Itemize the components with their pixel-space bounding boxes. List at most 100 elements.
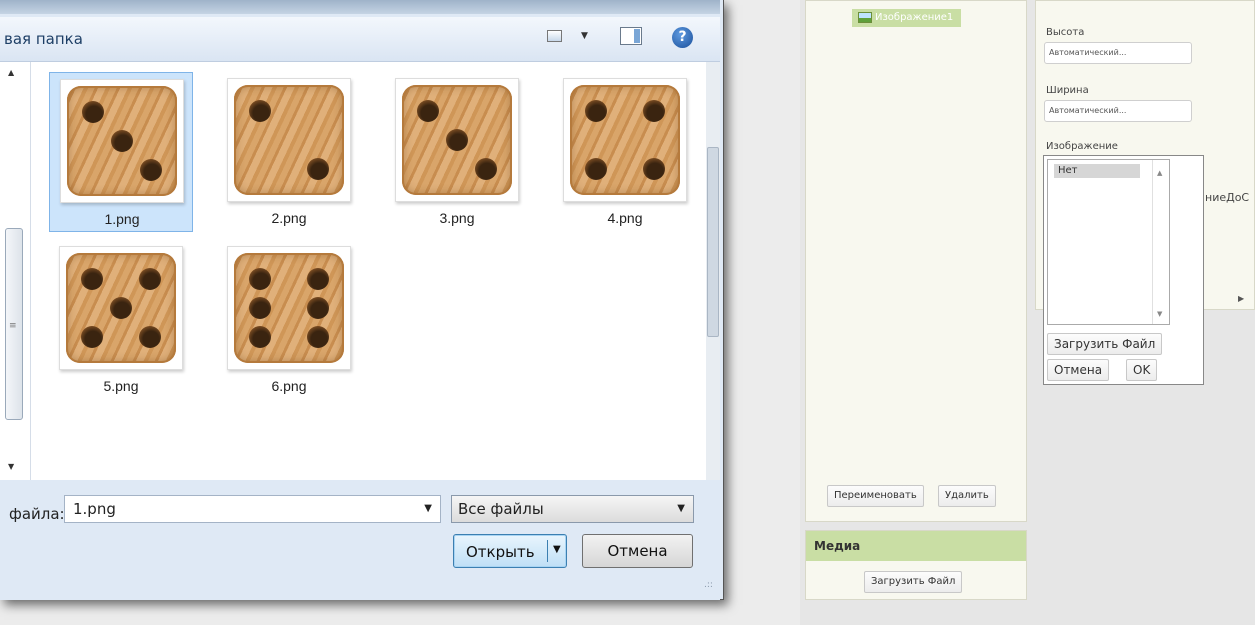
file-thumbnail: [227, 78, 351, 202]
file-list: 1.png 2.png 3.png 4.png 5.png 6.png: [31, 62, 706, 480]
file-thumbnail: [395, 78, 519, 202]
image-icon: [858, 12, 872, 23]
cancel-button[interactable]: Отмена: [582, 534, 693, 568]
dice-pip: [475, 158, 497, 180]
dice-pip: [139, 326, 161, 348]
nav-scroll-up-icon[interactable]: ▲: [8, 68, 14, 77]
file-name-label: 4.png: [607, 210, 643, 226]
width-label: Ширина: [1046, 85, 1089, 96]
asset-list-scrollbar[interactable]: ▲ ▼: [1152, 160, 1169, 324]
height-field[interactable]: Автоматический...: [1044, 42, 1192, 64]
media-header: Медиа: [806, 531, 1026, 561]
nav-scroll-thumb[interactable]: ≡: [5, 228, 23, 420]
component-item-image1[interactable]: Изображение1: [852, 9, 962, 27]
asset-list[interactable]: Нет ▲ ▼: [1047, 159, 1170, 325]
file-thumbnail: [59, 246, 183, 370]
dice-image: [67, 86, 177, 196]
scroll-down-arrow[interactable]: ▼: [1157, 310, 1162, 318]
dice-pip: [82, 101, 104, 123]
open-button-label: Открыть: [466, 543, 535, 561]
file-item[interactable]: 2.png: [217, 72, 361, 232]
dice-pip: [249, 326, 271, 348]
component-item-label: Изображение1: [875, 12, 954, 23]
dialog-toolbar: вая папка ▼ ?: [0, 17, 720, 62]
asset-item-none[interactable]: Нет: [1054, 164, 1140, 178]
file-item[interactable]: 1.png: [49, 72, 193, 232]
width-field[interactable]: Автоматический...: [1044, 100, 1192, 122]
filename-dropdown-icon[interactable]: ▼: [424, 496, 432, 522]
dice-pip: [307, 268, 329, 290]
file-item[interactable]: 3.png: [385, 72, 529, 232]
dice-pip: [110, 297, 132, 319]
dice-pip: [140, 159, 162, 181]
image-label: Изображение: [1046, 141, 1118, 152]
filetype-dropdown-icon: ▼: [677, 503, 685, 514]
open-button[interactable]: Открыть ▼: [453, 534, 567, 568]
file-list-scroll-thumb[interactable]: [707, 147, 719, 337]
dice-pip: [585, 158, 607, 180]
dice-pip: [585, 100, 607, 122]
dice-pip: [249, 268, 271, 290]
file-thumbnail: [60, 79, 184, 203]
filetype-value: Все файлы: [458, 500, 544, 518]
file-name-label: 1.png: [104, 211, 140, 227]
picker-cancel-button[interactable]: Отмена: [1047, 359, 1110, 381]
media-panel: Медиа Загрузить Файл: [805, 530, 1027, 600]
file-name-label: 2.png: [271, 210, 307, 226]
dice-pip: [81, 268, 103, 290]
dice-pip: [139, 268, 161, 290]
filename-input[interactable]: 1.png ▼: [64, 495, 441, 523]
dice-image: [66, 253, 176, 363]
filetype-select[interactable]: Все файлы ▼: [451, 495, 694, 523]
view-options-arrow-icon[interactable]: ▼: [581, 31, 588, 41]
dice-image: [570, 85, 680, 195]
picker-ok-button[interactable]: OK: [1126, 359, 1158, 381]
file-name-label: 5.png: [103, 378, 139, 394]
height-label: Высота: [1046, 27, 1085, 38]
dice-pip: [643, 158, 665, 180]
navigation-pane: ▲ ≡ ▼: [0, 62, 31, 480]
dice-pip: [643, 100, 665, 122]
file-list-scrollbar[interactable]: [706, 62, 720, 480]
file-thumbnail: [563, 78, 687, 202]
scroll-up-arrow[interactable]: ▲: [1157, 169, 1162, 177]
help-icon[interactable]: ?: [672, 27, 693, 48]
dialog-bottom-bar: файла: 1.png ▼ Все файлы ▼ Открыть ▼ Отм…: [0, 480, 720, 600]
file-item[interactable]: 6.png: [217, 240, 361, 400]
components-panel: Изображение1 Переименовать Удалить: [805, 0, 1027, 522]
picker-upload-button[interactable]: Загрузить Файл: [1047, 333, 1163, 355]
resize-grip-icon[interactable]: .::: [704, 580, 713, 590]
open-button-separator: [547, 540, 548, 562]
scroll-right-arrow[interactable]: ▶: [1238, 294, 1244, 303]
dice-image: [234, 85, 344, 195]
dice-pip: [307, 158, 329, 180]
dice-pip: [249, 100, 271, 122]
dialog-title-strip: [0, 0, 720, 14]
dice-pip: [249, 297, 271, 319]
dice-pip: [307, 326, 329, 348]
open-file-dialog: вая папка ▼ ? ▲ ≡ ▼ 1.png 2.png 3.png 4.png…: [0, 0, 724, 600]
preview-pane-icon[interactable]: [620, 27, 642, 45]
delete-button[interactable]: Удалить: [938, 485, 996, 507]
dice-pip: [111, 130, 133, 152]
open-options-arrow-icon[interactable]: ▼: [553, 544, 561, 555]
folder-breadcrumb[interactable]: вая папка: [4, 30, 83, 48]
dice-pip: [81, 326, 103, 348]
media-upload-button[interactable]: Загрузить Файл: [864, 571, 963, 593]
filename-label: файла:: [9, 505, 65, 523]
filename-value: 1.png: [73, 500, 116, 518]
view-options-icon[interactable]: [547, 30, 562, 42]
file-name-label: 3.png: [439, 210, 475, 226]
property-cut-text: ниеДоС: [1205, 191, 1250, 204]
file-item[interactable]: 5.png: [49, 240, 193, 400]
file-name-label: 6.png: [271, 378, 307, 394]
nav-scroll-down-icon[interactable]: ▼: [8, 462, 14, 471]
asset-picker-popup: Нет ▲ ▼ Загрузить Файл Отмена OK: [1043, 155, 1204, 385]
dice-image: [234, 253, 344, 363]
dice-pip: [417, 100, 439, 122]
rename-button[interactable]: Переименовать: [827, 485, 924, 507]
dice-pip: [446, 129, 468, 151]
file-thumbnail: [227, 246, 351, 370]
file-item[interactable]: 4.png: [553, 72, 697, 232]
dice-pip: [307, 297, 329, 319]
